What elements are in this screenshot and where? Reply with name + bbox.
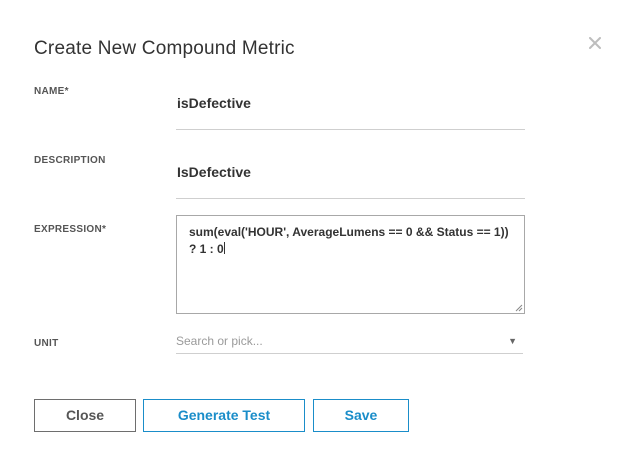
name-field[interactable]: isDefective — [176, 95, 525, 130]
close-button[interactable]: Close — [34, 399, 136, 432]
name-value: isDefective — [177, 95, 251, 111]
expression-label: EXPRESSION* — [34, 224, 107, 235]
unit-select[interactable]: Search or pick... ▼ — [176, 333, 523, 354]
description-value: IsDefective — [177, 164, 251, 180]
unit-placeholder: Search or pick... — [176, 334, 263, 348]
description-label: DESCRIPTION — [34, 155, 106, 166]
resize-handle-icon[interactable] — [514, 303, 523, 312]
expression-value: sum(eval('HOUR', AverageLumens == 0 && S… — [189, 225, 509, 256]
dropdown-arrow-icon[interactable]: ▼ — [508, 336, 517, 346]
unit-label: UNIT — [34, 338, 59, 349]
create-compound-metric-dialog: Create New Compound Metric NAME* isDefec… — [0, 0, 625, 464]
expression-textarea[interactable]: sum(eval('HOUR', AverageLumens == 0 && S… — [176, 215, 525, 314]
name-label: NAME* — [34, 86, 69, 97]
close-icon[interactable] — [589, 36, 603, 50]
dialog-title: Create New Compound Metric — [34, 38, 295, 59]
expression-text: sum(eval('HOUR', AverageLumens == 0 && S… — [189, 224, 516, 258]
generate-test-button[interactable]: Generate Test — [143, 399, 305, 432]
description-field[interactable]: IsDefective — [176, 164, 525, 199]
save-button[interactable]: Save — [313, 399, 409, 432]
close-icon-glyph — [589, 37, 601, 49]
text-caret — [223, 242, 225, 254]
